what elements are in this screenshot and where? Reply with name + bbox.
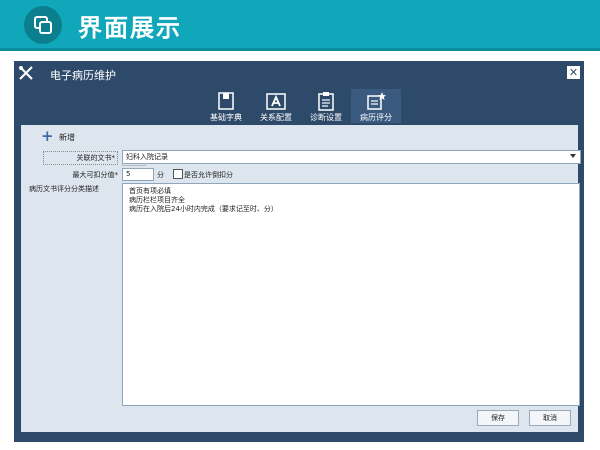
tab-record-scoring[interactable]: 病历评分 (351, 89, 401, 123)
tab-label: 病历评分 (360, 113, 392, 122)
desc-textarea[interactable]: 首页有项必填 病历栏栏项目齐全 病历在入院后24小时内完成（要求记至时、分） (122, 183, 580, 406)
save-button[interactable]: 保存 (477, 410, 519, 426)
tools-icon (18, 65, 34, 85)
unit-label: 分 (157, 171, 164, 179)
tab-diagnosis-settings[interactable]: 诊断设置 (301, 89, 351, 123)
tab-label: 基础字典 (210, 113, 242, 122)
tab-label: 关系配置 (260, 113, 292, 122)
window-title: 电子病历维护 (50, 69, 116, 82)
add-label: 新增 (59, 133, 75, 142)
doc-label: 关联的文书* (43, 151, 118, 165)
tab-basic-dictionary[interactable]: 基础字典 (201, 89, 251, 123)
doc-select-value: 妇科入院记录 (126, 153, 168, 161)
max-deduction-input[interactable]: 5 (122, 168, 154, 181)
select-caret-outline (122, 163, 146, 166)
desc-line: 病历在入院后24小时内完成（要求记至时、分） (129, 205, 278, 213)
tab-relation-config[interactable]: 关系配置 (251, 89, 301, 123)
plus-icon: + (41, 127, 54, 145)
close-icon[interactable]: ✕ (567, 66, 580, 79)
chevron-down-icon[interactable] (570, 154, 576, 158)
slide-header: 界面展示 (0, 0, 600, 48)
desc-label: 病历文书评分分类描述 (29, 185, 99, 193)
windows-icon (24, 6, 62, 44)
allow-reverse-label: 是否允许倒扣分 (184, 171, 233, 179)
allow-reverse-checkbox[interactable] (173, 169, 183, 179)
doc-select[interactable]: 妇科入院记录 (122, 150, 581, 164)
header-divider (0, 48, 600, 51)
app-window: 电子病历维护 ✕ 基础字典 关系配置 诊断设置 病历评分 + 新增 关联的文书*… (14, 61, 584, 442)
max-deduction-label: 最大可扣分值* (72, 171, 119, 179)
tab-label: 诊断设置 (310, 113, 342, 122)
content-panel: + 新增 关联的文书* 妇科入院记录 最大可扣分值* 5 分 是否允许倒扣分 病… (21, 125, 581, 432)
cancel-button[interactable]: 取消 (529, 410, 571, 426)
slide-title: 界面展示 (78, 14, 182, 42)
max-deduction-value: 5 (126, 170, 131, 178)
